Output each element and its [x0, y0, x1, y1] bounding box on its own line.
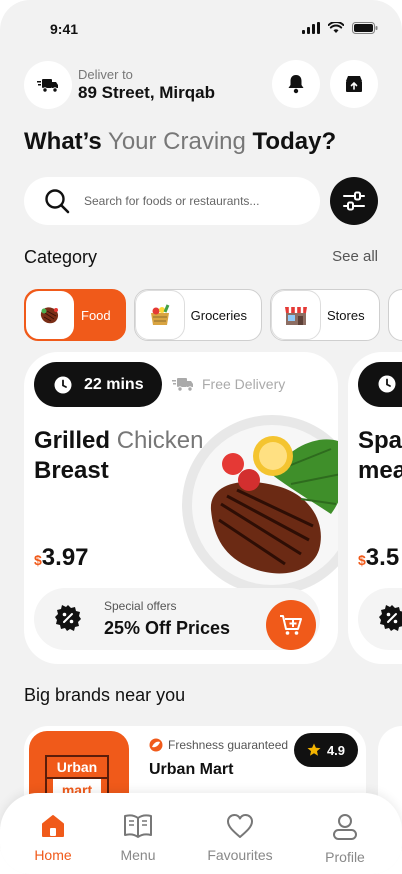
freshness-tag: Freshness guaranteed — [149, 738, 288, 752]
free-delivery-text: Free Delivery — [202, 376, 286, 392]
category-chip-groceries[interactable]: Groceries — [133, 289, 262, 341]
food-card[interactable]: Spa mea $3.5 — [348, 352, 402, 664]
page-headline: What’s Your Craving Today? — [24, 128, 336, 156]
clock-icon — [54, 376, 72, 393]
offer-banner — [358, 588, 402, 650]
nav-label: Menu — [120, 847, 156, 863]
delivery-location[interactable]: Deliver to 89 Street, Mirqab — [24, 61, 215, 109]
bottom-navigation: Home Menu Favourites Profile — [0, 793, 402, 874]
dish-title-line2: Breast — [34, 457, 109, 484]
search-bar[interactable] — [24, 177, 320, 225]
search-icon — [45, 189, 70, 214]
category-chip-food[interactable]: Food — [24, 289, 126, 341]
dish-title: Grilled Chicken Breast — [34, 426, 203, 486]
delivery-text: Deliver to 89 Street, Mirqab — [78, 67, 215, 103]
delivery-time: 22 mins — [84, 375, 144, 393]
rating-badge: 4.9 — [294, 733, 358, 767]
dish-title-bold: Grilled — [34, 427, 111, 454]
time-badge: 22 mins — [34, 362, 162, 407]
logo-text-top: Urban — [45, 755, 109, 779]
cart-add-icon — [280, 615, 302, 635]
notifications-button[interactable] — [272, 60, 320, 108]
price-currency: $ — [358, 552, 366, 568]
home-icon — [42, 815, 64, 837]
rating-value: 4.9 — [326, 742, 346, 758]
category-chip-more[interactable] — [387, 289, 402, 341]
wifi-icon — [328, 22, 344, 33]
status-time: 9:41 — [50, 21, 79, 37]
nav-profile[interactable]: Profile — [305, 813, 385, 865]
delivery-truck-button[interactable] — [24, 61, 72, 109]
bell-icon — [288, 75, 304, 94]
price-value: 3.97 — [41, 544, 89, 571]
free-delivery-label: Free Delivery — [172, 376, 285, 392]
headline-part3: Today? — [252, 128, 337, 155]
groceries-icon — [134, 290, 185, 340]
dish-title-line2: mea — [358, 457, 402, 484]
add-to-cart-button[interactable] — [266, 600, 316, 650]
brand-name: Urban Mart — [149, 761, 234, 778]
price-value: 3.5 — [365, 544, 400, 571]
headline-part2: Your Craving — [108, 128, 246, 155]
price-currency: $ — [34, 552, 42, 568]
nav-label: Profile — [325, 849, 365, 865]
headline-part1: What’s — [24, 128, 102, 155]
dish-title-line1: Spa — [358, 427, 402, 454]
price: $3.97 — [34, 544, 89, 572]
food-card[interactable]: 22 mins Free Delivery Grilled Chicken Br… — [24, 352, 338, 664]
filter-icon — [343, 191, 365, 211]
chip-label: Food — [81, 307, 111, 323]
brands-title: Big brands near you — [24, 685, 186, 705]
chip-label: Stores — [327, 307, 365, 323]
nav-home[interactable]: Home — [13, 813, 93, 863]
battery-icon — [352, 22, 378, 34]
orders-button[interactable] — [330, 60, 378, 108]
freshness-icon — [149, 738, 163, 752]
see-all-link[interactable]: See all — [332, 248, 378, 265]
offer-text: 25% Off Prices — [104, 618, 231, 638]
nav-label: Home — [34, 847, 72, 863]
discount-badge-icon — [379, 605, 402, 631]
filter-button[interactable] — [330, 177, 378, 225]
status-icons — [302, 22, 378, 34]
delivery-truck-icon — [172, 378, 193, 392]
nav-menu[interactable]: Menu — [98, 813, 178, 863]
package-icon — [346, 76, 362, 92]
price: $3.5 — [358, 544, 399, 572]
deliver-address: 89 Street, Mirqab — [78, 83, 215, 102]
discount-badge-icon — [55, 605, 81, 631]
category-title: Category — [24, 247, 98, 267]
dish-image — [182, 415, 338, 595]
deliver-label: Deliver to — [78, 67, 133, 82]
category-chips: Food Groceries Stores — [24, 289, 402, 341]
search-input[interactable] — [84, 194, 304, 208]
category-chip-stores[interactable]: Stores — [270, 289, 380, 341]
heart-icon — [227, 814, 253, 838]
steak-icon — [25, 290, 75, 340]
nav-favourites[interactable]: Favourites — [200, 813, 280, 863]
clock-icon — [378, 375, 396, 393]
signal-icon — [302, 22, 320, 34]
app-screen: 9:41 Deliver to 89 Street, Mirqab What’s… — [0, 0, 402, 874]
chip-label: Groceries — [190, 307, 247, 323]
book-icon — [124, 814, 152, 838]
time-badge — [358, 362, 402, 407]
freshness-text: Freshness guaranteed — [168, 738, 289, 752]
store-icon — [271, 290, 321, 340]
nav-label: Favourites — [207, 847, 273, 863]
dish-title: Spa mea — [358, 426, 402, 486]
delivery-truck-icon — [37, 79, 58, 93]
profile-icon — [333, 814, 357, 840]
offer-label: Special offers — [104, 599, 177, 613]
star-icon — [307, 743, 321, 756]
